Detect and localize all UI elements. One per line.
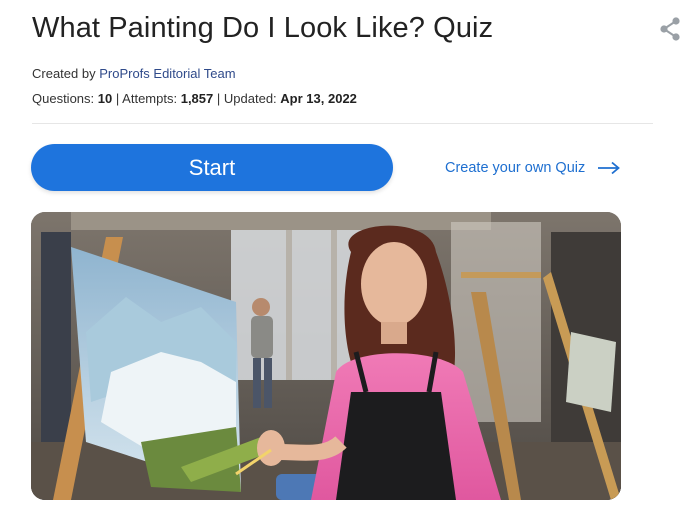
separator: | (216, 91, 221, 106)
separator: | (115, 91, 120, 106)
hero-image (31, 212, 621, 500)
created-prefix: Created by (32, 66, 96, 81)
quiz-stats: Questions: 10 | Attempts: 1,857 | Update… (32, 91, 357, 106)
start-button[interactable]: Start (31, 144, 393, 191)
create-quiz-label: Create your own Quiz (445, 160, 586, 176)
updated-label: Updated: (223, 91, 277, 106)
create-quiz-link[interactable]: Create your own Quiz (445, 160, 621, 176)
updated-date: Apr 13, 2022 (280, 91, 357, 106)
divider (32, 123, 653, 124)
painter-studio-illustration (31, 212, 621, 500)
questions-label: Questions: (32, 91, 95, 106)
questions-count: 10 (97, 91, 113, 106)
quiz-title: What Painting Do I Look Like? Quiz (32, 12, 494, 44)
created-by: Created by ProProfs Editorial Team (32, 66, 236, 81)
attempts-count: 1,857 (180, 91, 214, 106)
share-icon[interactable] (657, 16, 683, 42)
author-link[interactable]: ProProfs Editorial Team (99, 66, 235, 81)
arrow-right-icon (597, 161, 621, 175)
attempts-label: Attempts: (122, 91, 178, 106)
